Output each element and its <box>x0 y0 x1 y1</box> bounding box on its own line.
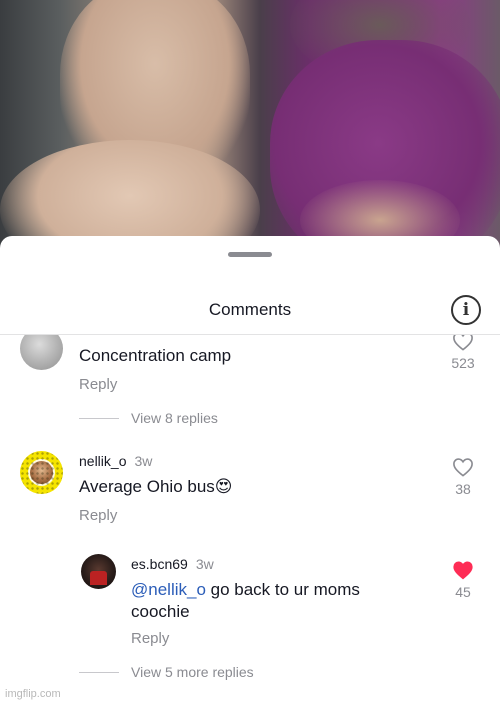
avatar[interactable] <box>20 451 63 494</box>
reply-button[interactable]: Reply <box>79 507 117 524</box>
avatar[interactable] <box>20 335 63 370</box>
like-button[interactable]: 523 <box>443 335 483 371</box>
comment-text: Average Ohio bus😍 <box>79 477 233 496</box>
heart-icon <box>453 335 473 351</box>
watermark: imgflip.com <box>5 688 61 700</box>
like-count: 45 <box>455 584 471 600</box>
video-background <box>0 0 500 262</box>
sheet-title: Comments <box>208 300 292 319</box>
view-more-replies-button[interactable]: View 5 more replies <box>79 664 254 680</box>
view-replies-label: View 8 replies <box>131 410 218 426</box>
comments-list[interactable]: Concentration camp Reply 523 View 8 repl… <box>0 335 500 703</box>
view-replies-label: View 5 more replies <box>131 664 254 680</box>
comments-sheet: Comments i Concentration camp Reply 523 … <box>0 236 500 703</box>
reply-text: @nellik_o go back to ur moms coochie <box>131 579 360 623</box>
reply-button[interactable]: Reply <box>79 376 117 393</box>
avatar[interactable] <box>81 554 116 589</box>
comment-time: 3w <box>134 453 153 469</box>
comment-text: Concentration camp <box>79 346 232 365</box>
like-button[interactable]: 38 <box>443 457 483 497</box>
heart-filled-icon <box>453 561 473 580</box>
info-icon[interactable]: i <box>451 295 481 325</box>
like-count: 523 <box>451 355 475 371</box>
mention-link[interactable]: @nellik_o <box>131 580 206 599</box>
like-count: 38 <box>455 481 471 497</box>
like-button[interactable]: 45 <box>443 560 483 600</box>
reply-text-part: go back to ur moms <box>205 580 360 599</box>
drag-handle[interactable] <box>228 252 272 257</box>
comment-username[interactable]: nellik_o <box>79 453 126 469</box>
view-replies-button[interactable]: View 8 replies <box>79 410 218 426</box>
reply-time: 3w <box>195 556 214 572</box>
reply-button[interactable]: Reply <box>131 630 169 647</box>
reply-username[interactable]: es.bcn69 <box>131 556 188 572</box>
reply-text-line2: coochie <box>131 602 190 621</box>
heart-icon <box>453 458 473 477</box>
